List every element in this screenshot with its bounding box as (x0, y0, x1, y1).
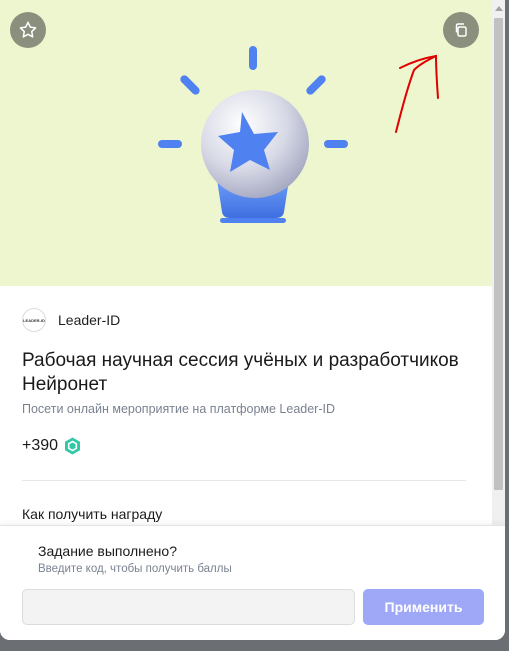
completion-question: Задание выполнено? (38, 543, 177, 559)
copy-icon (455, 23, 467, 37)
organizer-logo: LEADER-ID (22, 308, 46, 332)
organizer-logo-text: LEADER-ID (23, 317, 45, 323)
reward-points: +390 (22, 437, 59, 454)
code-input[interactable] (22, 589, 355, 625)
task-title: Рабочая научная сессия учёных и разработ… (22, 350, 459, 395)
completion-hint: Введите код, чтобы получить баллы (38, 563, 232, 575)
vertical-scrollbar[interactable] (492, 0, 505, 525)
organizer-name: Leader-ID (58, 312, 121, 328)
scrollbar-thumb[interactable] (494, 18, 503, 490)
divider (22, 480, 466, 481)
copy-button[interactable] (443, 12, 479, 48)
apply-button[interactable]: Применить (363, 589, 484, 625)
red-arrow-annotation (395, 54, 439, 133)
howto-section-header[interactable]: Как получить награду (22, 506, 162, 522)
task-subtitle: Посети онлайн мероприятие на платформе L… (22, 402, 336, 416)
reward: +390 (22, 437, 81, 455)
star-outline-icon (19, 21, 37, 38)
hero-banner (0, 0, 492, 286)
task-modal: LEADER-ID Leader-ID Рабочая научная сесс… (0, 0, 505, 640)
scroll-up-arrow-icon[interactable] (492, 0, 505, 16)
page-background (0, 640, 509, 651)
lightbulb-star-illustration (158, 46, 348, 223)
hexagon-coin-icon (64, 437, 81, 455)
organizer: LEADER-ID Leader-ID (22, 308, 120, 332)
favorite-button[interactable] (10, 12, 46, 48)
completion-footer: Задание выполнено? Введите код, чтобы по… (0, 525, 505, 640)
